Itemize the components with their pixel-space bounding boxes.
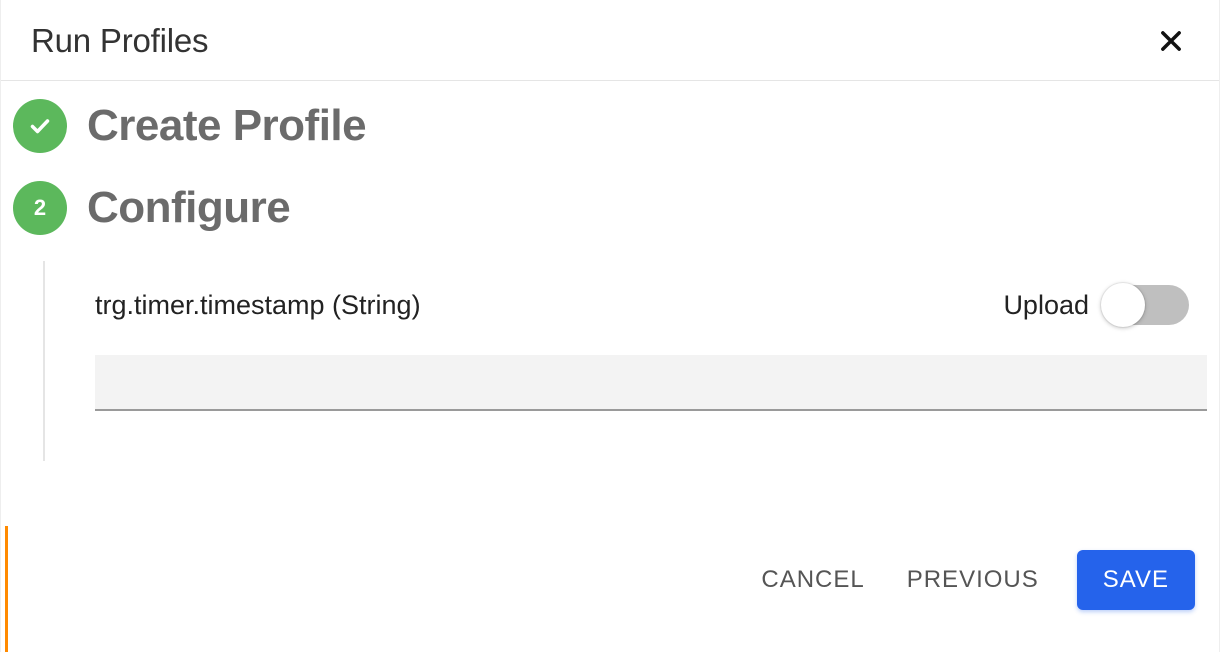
configure-content: trg.timer.timestamp (String) Upload <box>43 261 1207 461</box>
save-button[interactable]: SAVE <box>1077 550 1195 610</box>
step-configure: 2 Configure <box>13 181 1207 235</box>
run-profiles-modal: Run Profiles Create Profile 2 Configure … <box>0 0 1220 652</box>
step-title-create: Create Profile <box>87 101 366 151</box>
previous-button[interactable]: PREVIOUS <box>903 558 1043 602</box>
modal-header: Run Profiles <box>1 0 1219 81</box>
check-icon <box>28 114 52 138</box>
upload-toggle[interactable] <box>1103 285 1189 325</box>
upload-group: Upload <box>1003 285 1189 325</box>
close-icon <box>1157 27 1185 55</box>
field-label-timestamp: trg.timer.timestamp (String) <box>95 290 421 321</box>
modal-body: Create Profile 2 Configure trg.timer.tim… <box>1 81 1219 526</box>
step-title-configure: Configure <box>87 183 290 233</box>
step-create-profile: Create Profile <box>13 99 1207 153</box>
cancel-button[interactable]: CANCEL <box>757 558 868 602</box>
timestamp-input[interactable] <box>95 355 1207 411</box>
close-button[interactable] <box>1153 23 1189 59</box>
upload-label: Upload <box>1003 290 1089 321</box>
step-badge-2: 2 <box>13 181 67 235</box>
step-badge-complete <box>13 99 67 153</box>
toggle-knob <box>1101 283 1145 327</box>
modal-footer: CANCEL PREVIOUS SAVE <box>5 526 1219 652</box>
field-row-timestamp: trg.timer.timestamp (String) Upload <box>95 285 1207 325</box>
modal-title: Run Profiles <box>31 22 208 60</box>
